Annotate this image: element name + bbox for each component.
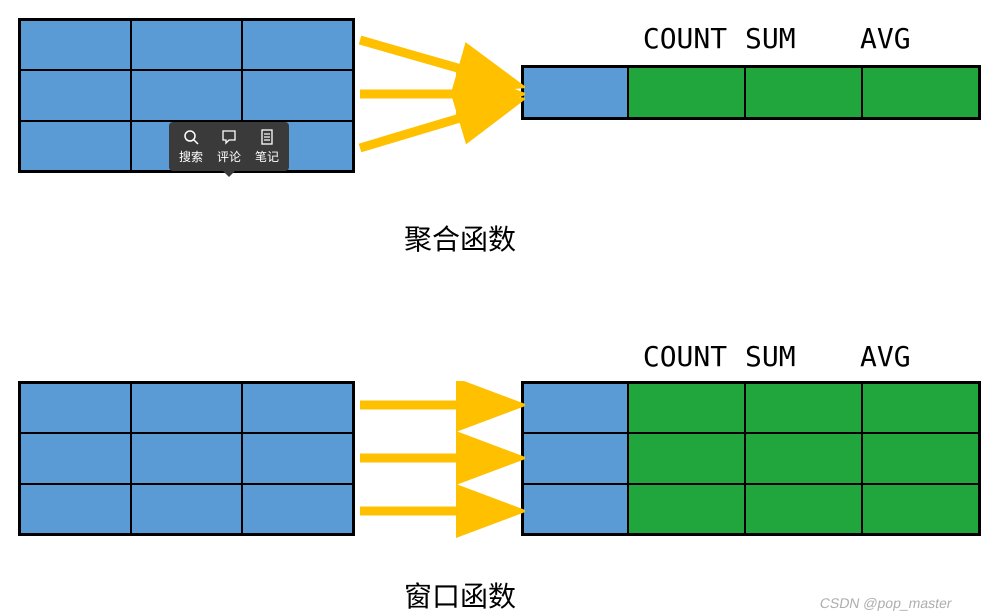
win-input-grid: [18, 381, 355, 536]
watermark: CSDN @pop_master: [819, 595, 954, 611]
win-output-headers: COUNT SUM AVG: [625, 340, 985, 373]
agg-caption: 聚合函数: [360, 218, 560, 258]
table-cell: [628, 67, 745, 118]
table-cell: [523, 484, 628, 534]
table-cell: [628, 433, 745, 483]
header-avg: AVG: [860, 340, 970, 373]
table-cell: [20, 484, 131, 534]
comment-icon: [220, 128, 238, 146]
win-arrows: [355, 381, 525, 541]
table-cell: [745, 484, 862, 534]
table-cell: [628, 383, 745, 433]
table-cell: [745, 433, 862, 483]
table-cell: [20, 433, 131, 483]
tooltip-note-label: 笔记: [255, 148, 279, 165]
table-cell: [242, 484, 353, 534]
table-cell: [131, 484, 242, 534]
table-cell: [20, 70, 131, 120]
table-cell: [242, 70, 353, 120]
note-icon: [258, 128, 276, 146]
tooltip-note-button[interactable]: 笔记: [255, 128, 279, 165]
table-cell: [523, 67, 628, 118]
header-count: COUNT: [625, 340, 745, 373]
win-caption: 窗口函数: [360, 575, 560, 615]
table-cell: [523, 433, 628, 483]
table-cell: [131, 70, 242, 120]
table-cell: [523, 383, 628, 433]
table-cell: [745, 383, 862, 433]
table-cell: [862, 484, 979, 534]
agg-output-grid: [521, 65, 981, 120]
header-sum: SUM: [745, 22, 860, 55]
table-cell: [20, 20, 131, 70]
table-cell: [242, 383, 353, 433]
table-cell: [242, 433, 353, 483]
tooltip-comment-label: 评论: [217, 148, 241, 165]
table-cell: [131, 383, 242, 433]
table-cell: [862, 67, 979, 118]
table-cell: [20, 121, 131, 171]
table-cell: [20, 383, 131, 433]
table-cell: [862, 383, 979, 433]
agg-arrow-1: [355, 18, 525, 178]
header-avg: AVG: [860, 22, 970, 55]
tooltip-search-label: 搜索: [179, 148, 203, 165]
table-cell: [628, 484, 745, 534]
table-cell: [862, 433, 979, 483]
table-cell: [131, 20, 242, 70]
table-cell: [131, 433, 242, 483]
table-cell: [242, 20, 353, 70]
table-cell: [745, 67, 862, 118]
tooltip-comment-button[interactable]: 评论: [217, 128, 241, 165]
win-output-grid: [521, 381, 981, 536]
tooltip-tail: [223, 171, 235, 177]
selection-tooltip: 搜索 评论 笔记: [169, 122, 289, 171]
agg-output-headers: COUNT SUM AVG: [625, 22, 985, 55]
header-count: COUNT: [625, 22, 745, 55]
search-icon: [182, 128, 200, 146]
header-sum: SUM: [745, 340, 860, 373]
tooltip-search-button[interactable]: 搜索: [179, 128, 203, 165]
